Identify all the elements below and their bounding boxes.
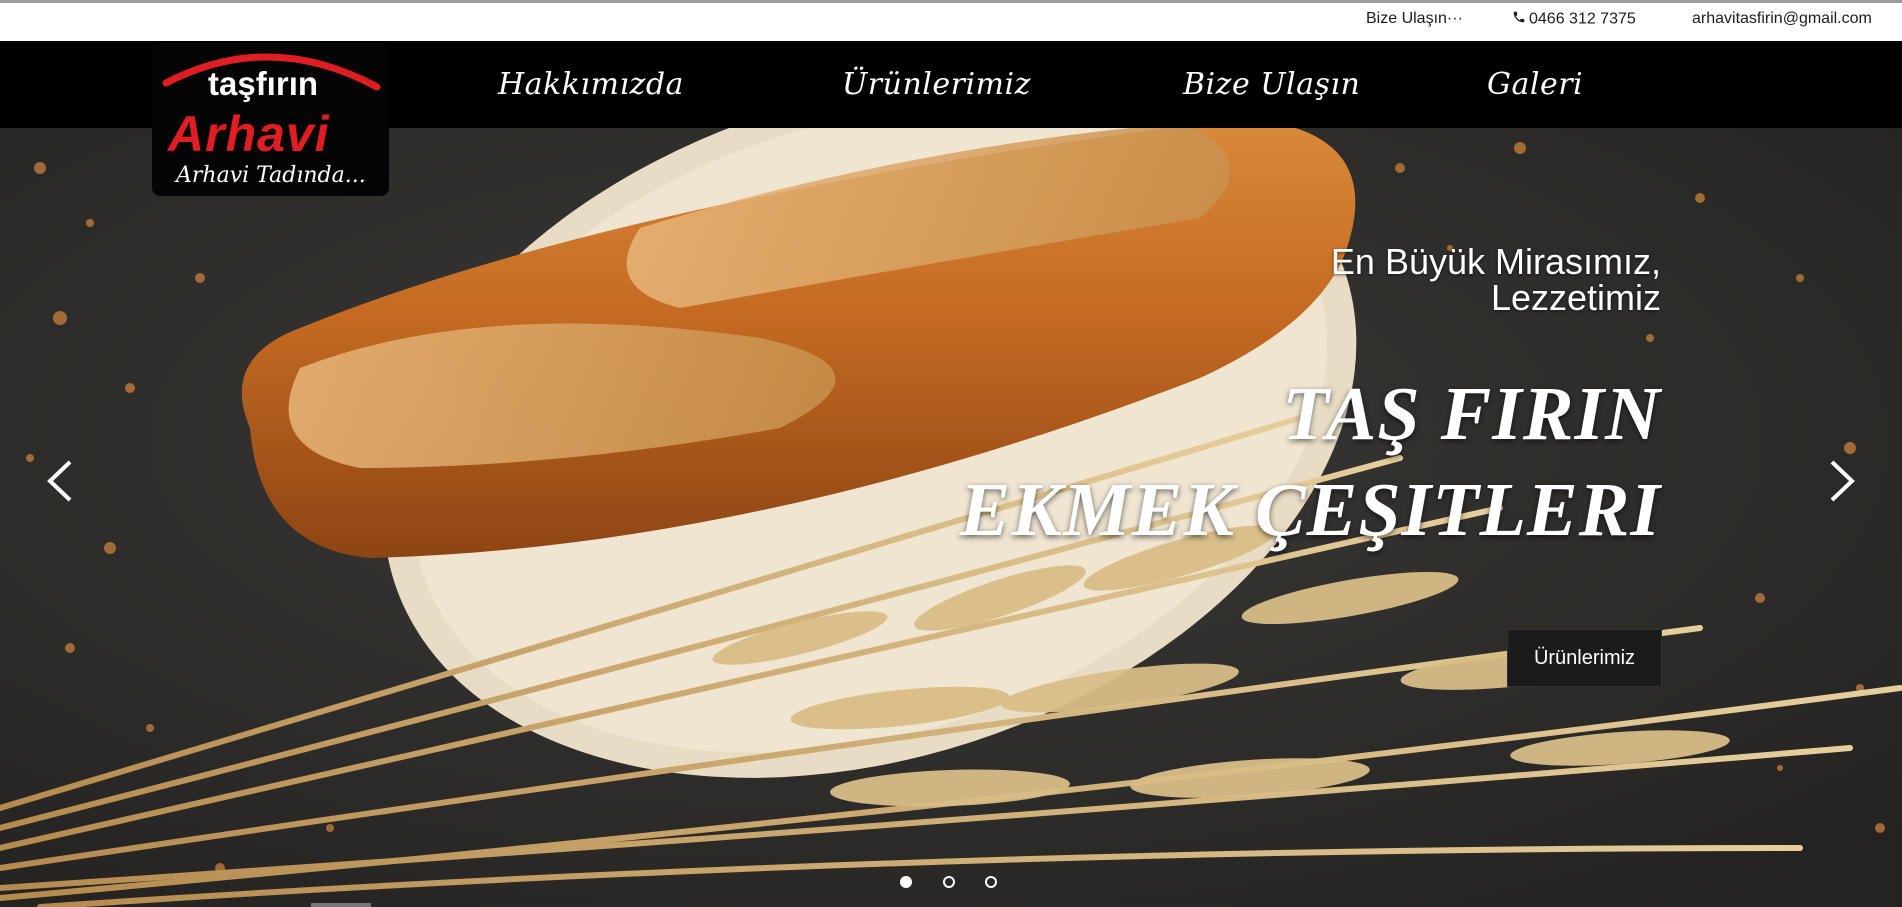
hero-subtitle-line1: En Büyük Mirasımız,	[1330, 241, 1661, 282]
hero-title: TAŞ FIRIN EKMEK ÇEŞITLERI	[661, 366, 1661, 558]
scroll-indicator	[311, 903, 371, 907]
contact-link[interactable]: Bize Ulaşın···	[1366, 10, 1463, 28]
nav-about[interactable]: Hakkımızda	[498, 67, 684, 102]
logo-main-text: Arhavi	[168, 106, 330, 162]
nav-products[interactable]: Ürünlerimiz	[842, 67, 1031, 102]
chevron-left-icon[interactable]	[38, 456, 88, 506]
email-link[interactable]: arhavitasfirin@gmail.com	[1692, 10, 1872, 28]
slide-dot-2[interactable]	[943, 876, 955, 888]
chevron-right-icon[interactable]	[1814, 456, 1864, 506]
top-contact-bar: Bize Ulaşın··· 0466 312 7375 arhavitasfi…	[0, 0, 1902, 41]
hero-title-line1: TAŞ FIRIN	[1282, 372, 1661, 456]
site-logo[interactable]: taşfırın Arhavi Arhavi Tadında...	[152, 43, 389, 196]
nav-gallery[interactable]: Galeri	[1487, 67, 1583, 102]
logo-top-text: taşfırın	[208, 65, 319, 102]
phone-number: 0466 312 7375	[1529, 10, 1636, 28]
hero-slider: En Büyük Mirasımız, Lezzetimiz TAŞ FIRIN…	[0, 128, 1902, 907]
nav-contact[interactable]: Bize Ulaşın	[1183, 67, 1360, 102]
slide-dot-3[interactable]	[985, 876, 997, 888]
phone-contact[interactable]: 0466 312 7375	[1512, 10, 1636, 29]
logo-tagline: Arhavi Tadında...	[176, 163, 366, 188]
hero-subtitle-line2: Lezzetimiz	[1490, 277, 1661, 318]
hero-subtitle: En Büyük Mirasımız, Lezzetimiz	[1061, 244, 1661, 316]
products-button[interactable]: Ürünlerimiz	[1507, 629, 1662, 687]
slide-dot-1[interactable]	[900, 876, 912, 888]
phone-icon	[1512, 10, 1526, 29]
hero-title-line2: EKMEK ÇEŞITLERI	[959, 468, 1661, 552]
